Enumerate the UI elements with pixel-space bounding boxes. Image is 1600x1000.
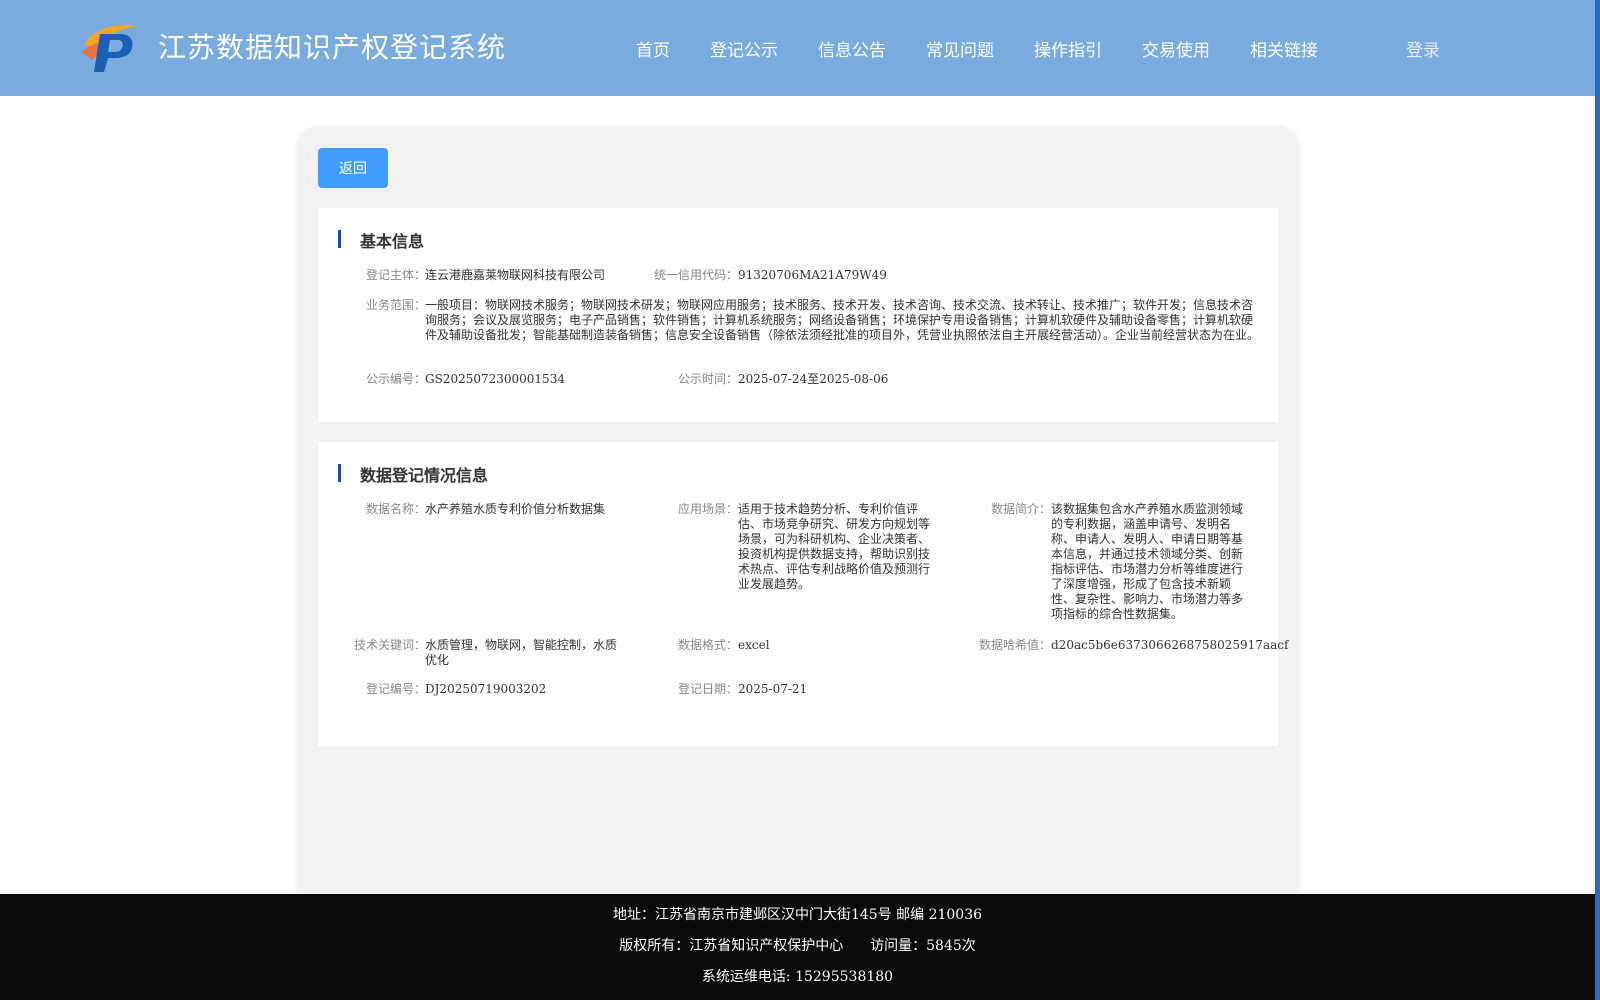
business-scope-value: 一般项目：物联网技术服务；物联网技术研发；物联网应用服务；技术服务、技术开发、技… xyxy=(425,298,1260,342)
nav-announcements[interactable]: 信息公告 xyxy=(818,36,886,61)
footer-copyright-row: 版权所有：江苏省知识产权保护中心 访问量：5845次 xyxy=(0,935,1595,955)
tech-keywords-value: 水质管理，物联网，智能控制，水质优化 xyxy=(425,638,618,667)
section-marker xyxy=(338,230,341,248)
tech-keywords-label: 技术关键词： xyxy=(354,638,427,652)
login-link[interactable]: 登录 xyxy=(1406,36,1440,61)
data-name-value: 水产养殖水质专利价值分析数据集 xyxy=(425,502,606,516)
page-edge-strip xyxy=(1595,0,1600,1000)
nav-home[interactable]: 首页 xyxy=(636,36,670,61)
registration-number-value: DJ20250719003202 xyxy=(425,682,547,696)
data-hash-label: 数据哈希值： xyxy=(979,638,1052,652)
footer-visits: 访问量：5845次 xyxy=(870,938,976,954)
data-hash-value: d20ac5b6e6373066268758025917aacf xyxy=(1051,638,1289,652)
application-scene-label: 应用场景： xyxy=(678,502,739,516)
nav-guide[interactable]: 操作指引 xyxy=(1034,36,1102,61)
footer-copyright: 版权所有：江苏省知识产权保护中心 xyxy=(619,938,844,954)
nav-registration-publicity[interactable]: 登记公示 xyxy=(710,36,778,61)
section-title-data: 数据登记情况信息 xyxy=(360,466,489,485)
publicity-time-value: 2025-07-24至2025-08-06 xyxy=(738,372,889,386)
nav-links[interactable]: 相关链接 xyxy=(1250,36,1318,61)
registration-date-value: 2025-07-21 xyxy=(738,682,808,696)
nav-trading[interactable]: 交易使用 xyxy=(1142,36,1210,61)
subject-label: 登记主体： xyxy=(366,268,427,282)
business-scope-label: 业务范围： xyxy=(366,298,427,312)
nav-faq[interactable]: 常见问题 xyxy=(926,36,994,61)
footer-address: 地址：江苏省南京市建邺区汉中门大街145号 邮编 210036 xyxy=(612,907,983,923)
credit-code-label: 统一信用代码： xyxy=(654,268,739,282)
back-button[interactable]: 返回 xyxy=(318,148,388,188)
footer-phone: 系统运维电话: 15295538180 xyxy=(701,969,894,985)
page-footer: 地址：江苏省南京市建邺区汉中门大街145号 邮编 210036 版权所有：江苏省… xyxy=(0,894,1595,1000)
publicity-number-value: GS2025072300001534 xyxy=(425,372,565,386)
data-format-label: 数据格式： xyxy=(678,638,739,652)
data-name-label: 数据名称： xyxy=(366,502,427,516)
detail-card: 返回 基本信息 登记主体： 连云港鹿嘉莱物联网科技有限公司 统一信用代码： 91… xyxy=(297,127,1299,907)
site-logo-icon xyxy=(82,24,138,72)
data-intro-value: 该数据集包含水产养殖水质监测领域的专利数据，涵盖申请号、发明名称、申请人、发明人… xyxy=(1051,502,1244,621)
credit-code-value: 91320706MA21A79W49 xyxy=(738,268,887,282)
basic-info-section: 基本信息 登记主体： 连云港鹿嘉莱物联网科技有限公司 统一信用代码： 91320… xyxy=(318,208,1278,422)
site-title: 江苏数据知识产权登记系统 xyxy=(158,31,507,64)
section-marker xyxy=(338,464,341,482)
publicity-time-label: 公示时间： xyxy=(678,372,739,386)
registration-date-label: 登记日期： xyxy=(678,682,739,696)
top-header: 江苏数据知识产权登记系统 首页 登记公示 信息公告 常见问题 操作指引 交易使用… xyxy=(0,0,1595,96)
registration-number-label: 登记编号： xyxy=(366,682,427,696)
data-registration-section: 数据登记情况信息 数据名称： 水产养殖水质专利价值分析数据集 应用场景： 适用于… xyxy=(318,442,1288,746)
data-intro-label: 数据简介： xyxy=(991,502,1052,516)
section-title-basic: 基本信息 xyxy=(360,232,425,251)
main-nav: 首页 登记公示 信息公告 常见问题 操作指引 交易使用 相关链接 xyxy=(636,36,1358,61)
publicity-number-label: 公示编号： xyxy=(366,372,427,386)
subject-value: 连云港鹿嘉莱物联网科技有限公司 xyxy=(425,268,606,282)
application-scene-value: 适用于技术趋势分析、专利价值评估、市场竞争研究、研发方向规划等场景，可为科研机构… xyxy=(738,502,931,591)
data-format-value: excel xyxy=(738,638,770,652)
